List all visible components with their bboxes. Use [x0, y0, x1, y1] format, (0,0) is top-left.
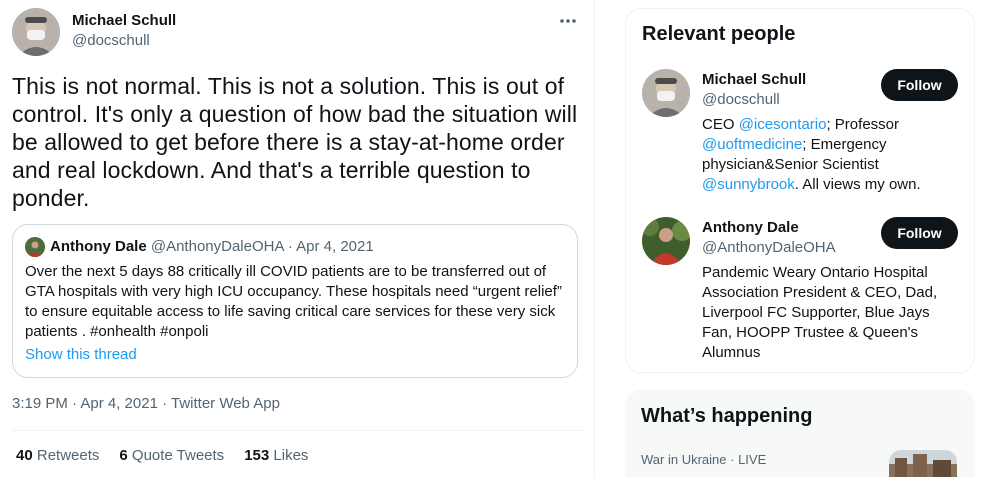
person-name[interactable]: Michael Schull: [702, 71, 806, 89]
trend-status: LIVE: [738, 452, 767, 467]
trend-topic: War in Ukraine: [641, 452, 727, 467]
right-sidebar: Relevant people Michael Schull @docschul…: [608, 0, 983, 477]
author-handle[interactable]: @docschull: [72, 32, 150, 50]
person-michael-schull[interactable]: Michael Schull @docschull Follow CEO @ic…: [642, 69, 962, 199]
tweet-text: This is not normal. This is not a soluti…: [12, 73, 578, 211]
likes-label: Likes: [273, 447, 309, 464]
person-avatar[interactable]: [642, 217, 690, 265]
trend-separator: ·: [730, 452, 739, 467]
whats-happening-card: What’s happening War in Ukraine · LIVE: [625, 390, 975, 477]
bio-mention-link[interactable]: @sunnybrook: [702, 176, 795, 193]
relevant-people-card: Relevant people Michael Schull @docschul…: [625, 8, 975, 373]
quoted-author-name: Anthony Dale: [50, 238, 147, 255]
bio-text: Pandemic Weary Ontario Hospital Associat…: [702, 264, 938, 361]
divider: [12, 430, 582, 431]
author-avatar[interactable]: [12, 8, 60, 56]
follow-button[interactable]: Follow: [881, 217, 958, 249]
likes-stat[interactable]: 153 Likes: [244, 446, 308, 466]
person-handle[interactable]: @docschull: [702, 91, 780, 109]
quoted-author-avatar: [25, 237, 45, 257]
more-horizontal-icon[interactable]: [556, 12, 580, 30]
trend-thumbnail-image[interactable]: [889, 450, 957, 477]
tweet-stats: 40 Retweets 6 Quote Tweets 153 Likes: [16, 446, 308, 466]
author-name[interactable]: Michael Schull: [72, 12, 176, 30]
relevant-people-title: Relevant people: [642, 23, 796, 45]
whats-happening-title: What’s happening: [641, 405, 813, 427]
show-thread-link[interactable]: Show this thread: [25, 345, 137, 365]
tweet-detail-column: Michael Schull @docschull This is not no…: [0, 0, 595, 477]
quoted-tweet-header: Anthony Dale @AnthonyDaleOHA · Apr 4, 20…: [50, 238, 374, 256]
bio-text: CEO: [702, 116, 739, 133]
likes-count: 153: [244, 447, 270, 464]
quoted-tweet-text: Over the next 5 days 88 critically ill C…: [25, 263, 562, 340]
follow-button[interactable]: Follow: [881, 69, 958, 101]
retweets-count: 40: [16, 447, 33, 464]
retweets-stat[interactable]: 40 Retweets: [16, 446, 99, 466]
person-handle[interactable]: @AnthonyDaleOHA: [702, 239, 836, 257]
bio-text: ; Professor: [826, 116, 899, 133]
person-bio: CEO @icesontario; Professor @uoftmedicin…: [702, 115, 952, 195]
person-name[interactable]: Anthony Dale: [702, 219, 799, 237]
quoted-tweet[interactable]: Anthony Dale @AnthonyDaleOHA · Apr 4, 20…: [12, 224, 578, 378]
retweets-label: Retweets: [36, 447, 100, 464]
quote-tweets-count: 6: [119, 447, 128, 464]
bio-text: . All views my own.: [794, 176, 921, 193]
quoted-author-meta: @AnthonyDaleOHA · Apr 4, 2021: [150, 238, 374, 255]
bio-mention-link[interactable]: @uoftmedicine: [702, 136, 802, 153]
quote-tweets-stat[interactable]: 6 Quote Tweets: [119, 446, 224, 466]
person-avatar[interactable]: [642, 69, 690, 117]
tweet-timestamp[interactable]: 3:19 PM · Apr 4, 2021 · Twitter Web App: [12, 394, 280, 414]
bio-mention-link[interactable]: @icesontario: [739, 116, 827, 133]
quote-tweets-label: Quote Tweets: [131, 447, 225, 464]
person-bio: Pandemic Weary Ontario Hospital Associat…: [702, 263, 952, 363]
trend-item[interactable]: War in Ukraine · LIVE: [641, 452, 766, 468]
person-anthony-dale[interactable]: Anthony Dale @AnthonyDaleOHA Follow Pand…: [642, 217, 962, 367]
